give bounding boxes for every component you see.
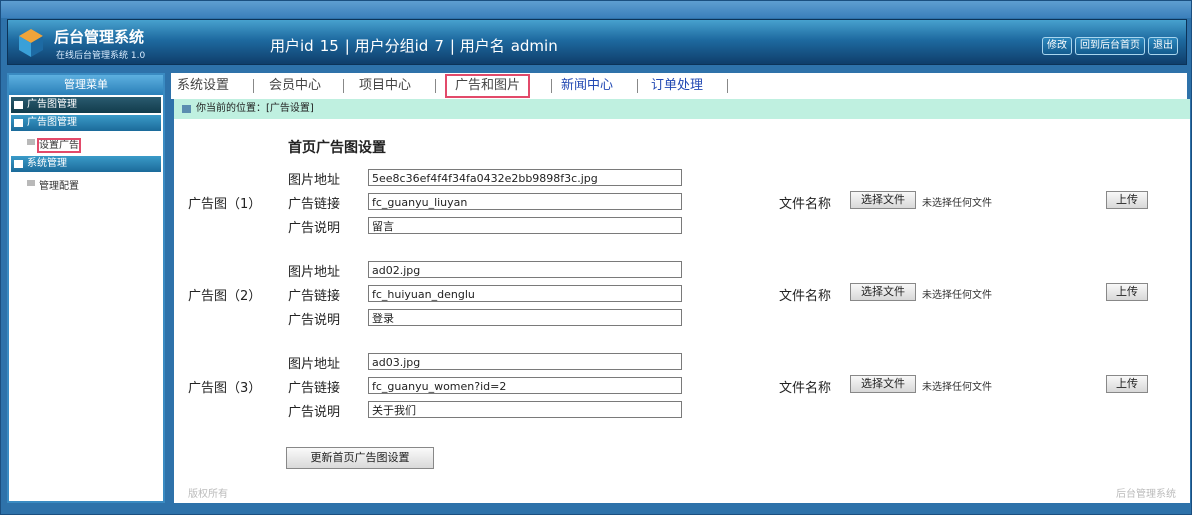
title-bar (1, 1, 1191, 18)
tab-divider (435, 79, 436, 93)
sidebar-item-label: 管理配置 (39, 181, 79, 192)
desc-label: 广告说明 (288, 313, 341, 328)
link-input[interactable]: fc_huiyuan_denglu (368, 285, 682, 302)
top-tabs: 系统设置 会员中心 项目中心 广告和图片 新闻中心 订单处理 (171, 73, 1187, 100)
page-icon (27, 139, 35, 145)
tab-divider (637, 79, 638, 93)
group-id-label: 用户分组id (354, 37, 429, 55)
tab-news[interactable]: 新闻中心 (561, 76, 613, 96)
update-settings-button[interactable]: 更新首页广告图设置 (286, 447, 434, 469)
main-content: 你当前的位置：[广告设置] 首页广告图设置 广告图（1） 图片地址 5ee8c3… (171, 99, 1190, 503)
ad-label: 广告图（1） (188, 197, 262, 212)
tab-divider (727, 79, 728, 93)
breadcrumb: 你当前的位置：[广告设置] (174, 99, 1190, 119)
upload-button[interactable]: 上传 (1106, 191, 1148, 209)
group-id: 7 (434, 37, 444, 55)
file-name-label: 文件名称 (779, 289, 832, 304)
footer-left: 版权所有 (188, 489, 228, 500)
link-label: 广告链接 (288, 381, 341, 396)
upload-button[interactable]: 上传 (1106, 283, 1148, 301)
tab-ads-images[interactable]: 广告和图片 (445, 74, 531, 98)
tab-divider (343, 79, 344, 93)
page-icon (27, 180, 35, 186)
img-input[interactable]: ad02.jpg (368, 261, 682, 278)
sidebar-section-label: 广告图管理 (27, 117, 77, 128)
desc-input[interactable]: 留言 (368, 217, 682, 234)
ad-label: 广告图（3） (188, 381, 262, 396)
folder-icon (14, 119, 23, 127)
home-button[interactable]: 回到后台首页 (1075, 37, 1145, 55)
choose-file-button[interactable]: 选择文件 (850, 375, 916, 393)
tab-system[interactable]: 系统设置 (177, 76, 229, 96)
sidebar: 管理菜单 广告图管理 广告图管理 设置广告 系统管理 管理配置 (7, 73, 165, 503)
img-label: 图片地址 (288, 265, 341, 280)
logout-button[interactable]: 退出 (1148, 37, 1178, 55)
link-input[interactable]: fc_guanyu_women?id=2 (368, 377, 682, 394)
link-input[interactable]: fc_guanyu_liuyan (368, 193, 682, 210)
desc-label: 广告说明 (288, 221, 341, 236)
breadcrumb-text: 你当前的位置：[广告设置] (196, 103, 314, 114)
img-label: 图片地址 (288, 357, 341, 372)
file-name-label: 文件名称 (779, 381, 832, 396)
no-file-text: 未选择任何文件 (922, 198, 992, 209)
img-label: 图片地址 (288, 173, 341, 188)
desc-label: 广告说明 (288, 405, 341, 420)
section-title: 首页广告图设置 (288, 140, 386, 156)
sidebar-header[interactable]: 管理菜单 (9, 75, 163, 95)
no-file-text: 未选择任何文件 (922, 290, 992, 301)
upload-button[interactable]: 上传 (1106, 375, 1148, 393)
desc-input[interactable]: 关于我们 (368, 401, 682, 418)
folder-icon (14, 160, 23, 168)
user-id: 15 (319, 37, 339, 55)
edit-button[interactable]: 修改 (1042, 37, 1072, 55)
tab-orders[interactable]: 订单处理 (651, 76, 703, 96)
header-buttons: 修改 回到后台首页 退出 (1042, 37, 1178, 55)
no-file-text: 未选择任何文件 (922, 382, 992, 393)
header: 后台管理系统 在线后台管理系统 1.0 用户id 15 | 用户分组id 7 | 用户名… (7, 19, 1187, 65)
file-name-label: 文件名称 (779, 197, 832, 212)
user-id-label: 用户id (270, 37, 314, 55)
ad-row-1: 广告图（1） 图片地址 5ee8c36ef4f4f34fa0432e2bb989… (174, 169, 1190, 241)
sidebar-section-ad-manage[interactable]: 广告图管理 (11, 115, 161, 131)
img-input[interactable]: 5ee8c36ef4f4f34fa0432e2bb9898f3c.jpg (368, 169, 682, 186)
choose-file-button[interactable]: 选择文件 (850, 191, 916, 209)
app-subtitle: 在线后台管理系统 1.0 (56, 51, 146, 61)
sidebar-item-config[interactable]: 管理配置 (9, 174, 163, 195)
sidebar-section-ads[interactable]: 广告图管理 (11, 97, 161, 113)
ad-row-2: 广告图（2） 图片地址 ad02.jpg 广告链接 fc_huiyuan_den… (174, 261, 1190, 333)
tab-projects[interactable]: 项目中心 (359, 76, 411, 96)
tab-divider (551, 79, 552, 93)
sidebar-section-system[interactable]: 系统管理 (11, 156, 161, 172)
username: admin (510, 37, 558, 55)
sidebar-section-label: 系统管理 (27, 158, 67, 169)
link-label: 广告链接 (288, 197, 341, 212)
username-label: 用户名 (459, 37, 505, 55)
ad-row-3: 广告图（3） 图片地址 ad03.jpg 广告链接 fc_guanyu_wome… (174, 353, 1190, 425)
sidebar-item-label: 设置广告 (37, 138, 81, 153)
grid-icon (182, 105, 191, 113)
sidebar-section-label: 广告图管理 (27, 99, 77, 110)
footer-right: 后台管理系统 (1116, 489, 1176, 500)
sidebar-item-set-ads[interactable]: 设置广告 (9, 133, 163, 154)
tab-members[interactable]: 会员中心 (269, 76, 321, 96)
ad-label: 广告图（2） (188, 289, 262, 304)
user-info: 用户id 15 | 用户分组id 7 | 用户名 admin (270, 37, 558, 55)
logo-icon (19, 29, 43, 57)
img-input[interactable]: ad03.jpg (368, 353, 682, 370)
app-title: 后台管理系统 (54, 28, 145, 46)
choose-file-button[interactable]: 选择文件 (850, 283, 916, 301)
folder-icon (14, 101, 23, 109)
desc-input[interactable]: 登录 (368, 309, 682, 326)
tab-divider (253, 79, 254, 93)
link-label: 广告链接 (288, 289, 341, 304)
app-window: 后台管理系统 在线后台管理系统 1.0 用户id 15 | 用户分组id 7 | 用户名… (0, 0, 1192, 515)
